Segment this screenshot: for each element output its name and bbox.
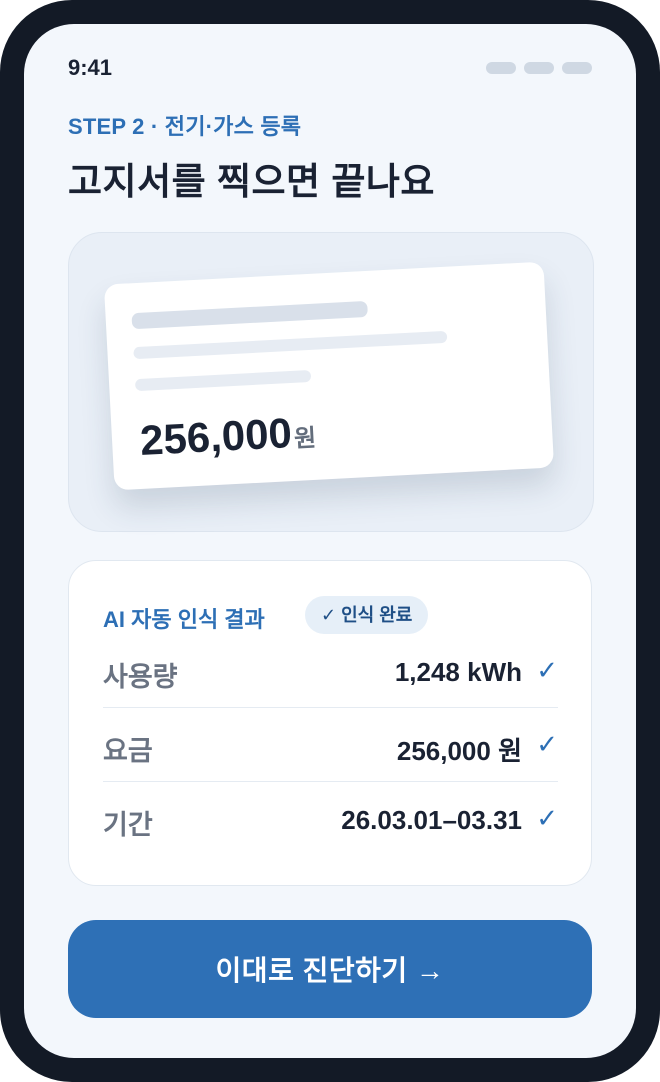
result-row-usage: 사용량 1,248 kWh ✓ [103, 633, 558, 708]
row-value: 1,248 kWh [394, 657, 522, 687]
status-time: 9:41 [68, 55, 113, 80]
bill-amount: 256,000원 [139, 408, 317, 465]
bill-placeholder-line [131, 300, 368, 330]
row-value: 256,000 원 [396, 736, 522, 766]
bill-card: 256,000원 [103, 261, 555, 491]
recognition-result-card: AI 자동 인식 결과 ✓ 인식 완료 사용량 1,248 kWh ✓ 요금 2… [68, 560, 592, 886]
status-indicator [486, 62, 516, 74]
result-row-fee: 요금 256,000 원 ✓ [103, 707, 558, 782]
bill-placeholder-line [133, 330, 448, 360]
diagnose-button[interactable]: 이대로 진단하기 → [68, 920, 592, 1018]
phone-screen: 9:41 STEP 2 · 전기·가스 등록 고지서를 찍으면 끝나요 256,… [24, 24, 636, 1058]
bill-placeholder-line [134, 369, 312, 392]
bill-amount-unit: 원 [293, 424, 317, 453]
status-indicator [524, 62, 554, 74]
status-indicator [562, 62, 592, 74]
check-icon: ✓ [536, 729, 558, 759]
check-icon: ✓ [536, 655, 558, 685]
row-label: 기간 [103, 810, 153, 840]
step-label: STEP 2 · 전기·가스 등록 [68, 114, 302, 139]
page-title: 고지서를 찍으면 끝나요 [68, 161, 435, 202]
phone-frame: 9:41 STEP 2 · 전기·가스 등록 고지서를 찍으면 끝나요 256,… [0, 0, 660, 1082]
row-value: 26.03.01–03.31 [341, 805, 522, 835]
row-label: 요금 [103, 736, 153, 766]
bill-amount-value: 256,000 [138, 409, 293, 464]
recognition-status-badge: ✓ 인식 완료 [305, 596, 429, 634]
row-label: 사용량 [103, 662, 178, 692]
recognition-title: AI 자동 인식 결과 [103, 607, 265, 632]
result-row-period: 기간 26.03.01–03.31 ✓ [103, 781, 558, 855]
check-icon: ✓ [536, 803, 558, 833]
bill-photo-preview[interactable]: 256,000원 [68, 232, 594, 532]
